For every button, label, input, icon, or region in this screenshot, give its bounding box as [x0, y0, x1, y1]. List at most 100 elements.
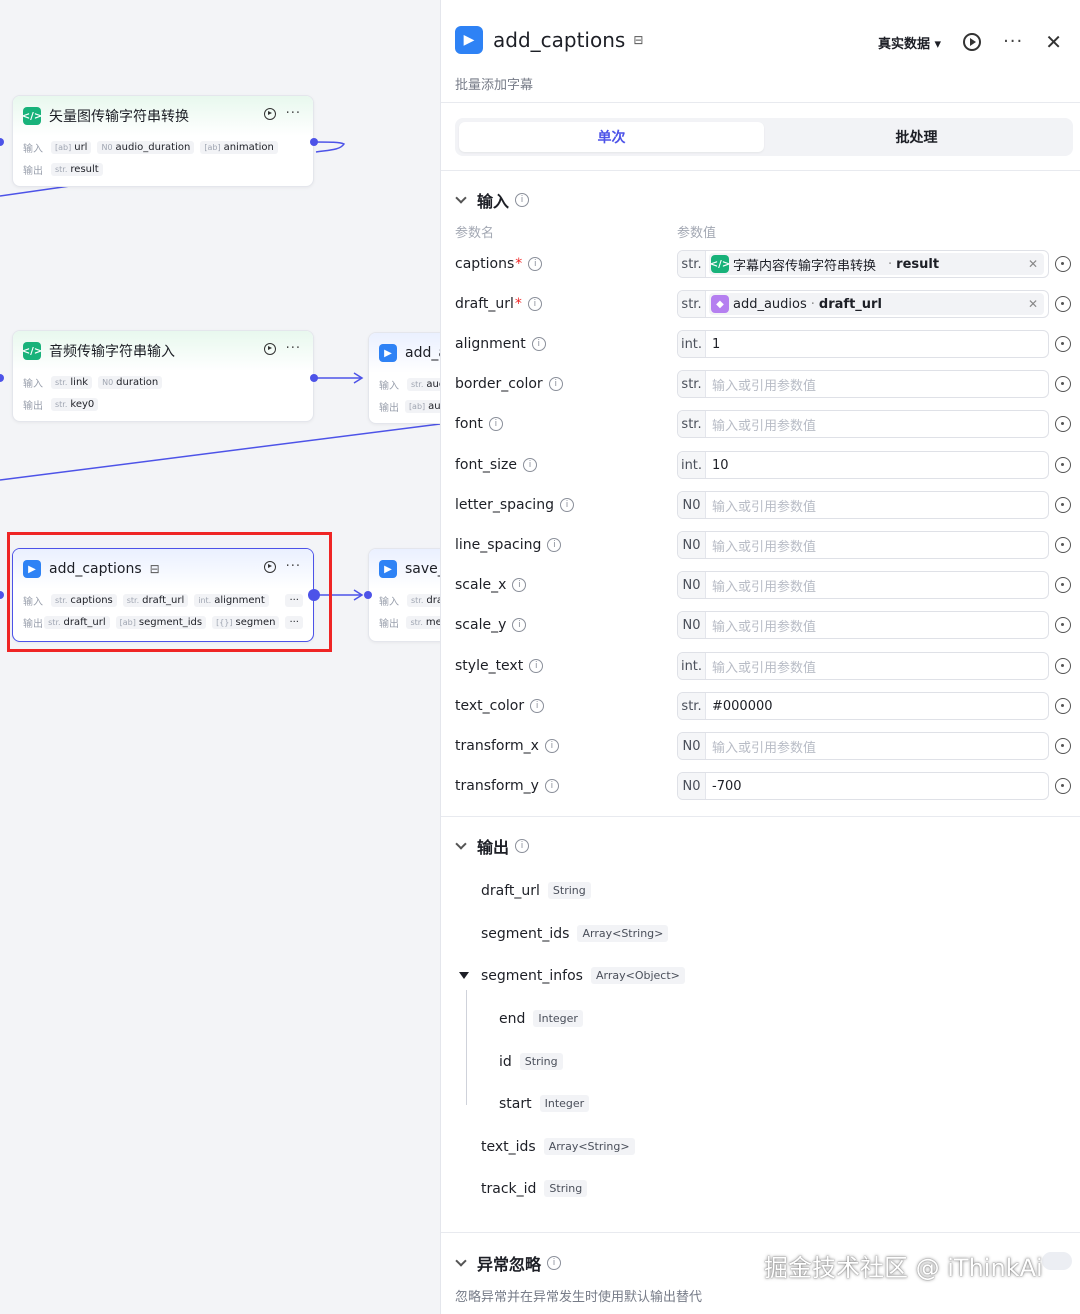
param-value[interactable]: 输入或引用参数值: [706, 576, 1048, 595]
more-icon[interactable]: ···: [286, 342, 301, 355]
caret-down-icon[interactable]: [459, 972, 469, 979]
param-chip: N0 duration: [98, 375, 163, 389]
node-outputs: 输出 str. key0: [13, 393, 313, 415]
output-section-header[interactable]: 输出 i: [455, 834, 530, 858]
exception-toggle[interactable]: [1042, 1252, 1072, 1270]
watermark: 掘金技术社区 @ iThinkAi: [764, 1254, 1043, 1282]
param-input[interactable]: str. </> 字幕内容传输字符串转换 · result ✕: [677, 250, 1049, 278]
node-add-audios[interactable]: ▶ add_a 输入 str.aud 输出 [ab]aud: [368, 332, 440, 424]
param-input[interactable]: N0 -700: [677, 772, 1049, 800]
outputs-label: 输出: [379, 618, 399, 630]
panel-title: add_captions: [493, 28, 626, 52]
setting-icon[interactable]: [1055, 738, 1071, 754]
node-vector-string-convert[interactable]: </> 矢量图传输字符串转换 ··· 输入 [ab] url N0 audio_du…: [12, 95, 314, 187]
param-chip: str. link: [51, 375, 93, 389]
input-port[interactable]: [364, 591, 372, 599]
param-input[interactable]: N0 输入或引用参数值: [677, 531, 1049, 559]
param-row-captions: captions * i str. </> 字幕内容传输字符串转换 · result…: [455, 250, 1073, 278]
run-node-icon[interactable]: [263, 108, 276, 120]
param-name: draft_url: [455, 296, 514, 312]
type-badge: str.: [678, 411, 706, 437]
exception-section-header[interactable]: 异常忽略 i: [455, 1251, 562, 1275]
info-icon: i: [548, 377, 563, 391]
setting-icon[interactable]: [1055, 658, 1071, 674]
setting-icon[interactable]: [1055, 416, 1071, 432]
param-chip: str. key0: [51, 397, 99, 411]
param-input[interactable]: int. 10: [677, 451, 1049, 479]
setting-icon[interactable]: [1055, 537, 1071, 553]
edges-layer: [0, 141, 440, 601]
output-item: segment_ids Array<String>: [481, 925, 669, 942]
node-header: </> 音频传输字符串输入 ···: [13, 331, 313, 371]
type-tag: String: [544, 1180, 588, 1197]
param-name: transform_x: [455, 738, 539, 754]
param-value[interactable]: #000000: [706, 699, 1048, 714]
param-input[interactable]: str. #000000: [677, 692, 1049, 720]
param-value[interactable]: 输入或引用参数值: [706, 737, 1048, 756]
data-mode-select[interactable]: 真实数据 ▾: [878, 33, 941, 52]
param-value[interactable]: 输入或引用参数值: [706, 536, 1048, 555]
reference-chip[interactable]: </> 字幕内容传输字符串转换 · result ✕: [709, 253, 1044, 275]
param-input[interactable]: str. ◆ add_audios · draft_url ✕: [677, 290, 1049, 318]
more-icon[interactable]: ···: [286, 107, 301, 120]
node-save-draft[interactable]: ▶ save_ 输入 str.draf 输出 str.mes: [368, 548, 440, 642]
param-row-transform-y: transform_y i N0 -700: [455, 772, 1073, 800]
tab-batch[interactable]: 批处理: [764, 122, 1069, 152]
tab-single[interactable]: 单次: [459, 122, 764, 152]
param-row-scale-y: scale_y i N0 输入或引用参数值: [455, 611, 1073, 639]
param-value[interactable]: 输入或引用参数值: [706, 375, 1048, 394]
info-icon: i: [523, 458, 538, 472]
param-row-alignment: alignment i int. 1: [455, 330, 1073, 358]
section-title: 输入: [477, 192, 510, 211]
param-row-transform-x: transform_x i N0 输入或引用参数值: [455, 732, 1073, 760]
output-item: track_id String: [481, 1180, 588, 1197]
output-port[interactable]: [310, 374, 318, 382]
panel-subtitle: 批量添加字幕: [455, 78, 534, 93]
param-value[interactable]: 输入或引用参数值: [706, 415, 1048, 434]
divider: [441, 1232, 1080, 1233]
param-value[interactable]: 1: [706, 337, 1048, 352]
close-icon[interactable]: ✕: [1045, 30, 1062, 54]
setting-icon[interactable]: [1055, 296, 1071, 312]
node-audio-string-input[interactable]: </> 音频传输字符串输入 ··· 输入 str. link N0 duration…: [12, 330, 314, 422]
reference-chip[interactable]: ◆ add_audios · draft_url ✕: [709, 293, 1044, 315]
store-icon: ⊟: [633, 33, 644, 47]
setting-icon[interactable]: [1055, 497, 1071, 513]
info-icon: i: [559, 498, 574, 512]
param-value[interactable]: 输入或引用参数值: [706, 616, 1048, 635]
param-input[interactable]: str. 输入或引用参数值: [677, 410, 1049, 438]
input-section-header[interactable]: 输入 i: [455, 188, 530, 212]
param-input[interactable]: N0 输入或引用参数值: [677, 491, 1049, 519]
param-value[interactable]: 输入或引用参数值: [706, 496, 1048, 515]
setting-icon[interactable]: [1055, 617, 1071, 633]
play-icon: ▶: [379, 344, 397, 362]
param-input[interactable]: N0 输入或引用参数值: [677, 732, 1049, 760]
param-input[interactable]: str. 输入或引用参数值: [677, 370, 1049, 398]
run-node-icon[interactable]: [263, 343, 276, 355]
param-input[interactable]: int. 输入或引用参数值: [677, 652, 1049, 680]
setting-icon[interactable]: [1055, 577, 1071, 593]
outputs-label: 输出: [379, 402, 399, 414]
selection-highlight: [7, 532, 332, 652]
output-item-expandable[interactable]: segment_infos Array<Object>: [459, 967, 685, 984]
type-badge: int.: [678, 452, 706, 478]
setting-icon[interactable]: [1055, 457, 1071, 473]
setting-icon[interactable]: [1055, 256, 1071, 272]
param-value[interactable]: 输入或引用参数值: [706, 657, 1048, 676]
run-icon[interactable]: [963, 33, 982, 51]
setting-icon[interactable]: [1055, 698, 1071, 714]
setting-icon[interactable]: [1055, 376, 1071, 392]
panel-actions: 真实数据 ▾ ··· ✕: [878, 30, 1062, 54]
setting-icon[interactable]: [1055, 778, 1071, 794]
clear-icon[interactable]: ✕: [1020, 257, 1038, 271]
clear-icon[interactable]: ✕: [1020, 297, 1038, 311]
param-input[interactable]: N0 输入或引用参数值: [677, 571, 1049, 599]
param-input[interactable]: int. 1: [677, 330, 1049, 358]
output-port[interactable]: [310, 138, 318, 146]
workflow-canvas[interactable]: </> 矢量图传输字符串转换 ··· 输入 [ab] url N0 audio_du…: [0, 0, 440, 1314]
param-value[interactable]: -700: [706, 779, 1048, 794]
param-input[interactable]: N0 输入或引用参数值: [677, 611, 1049, 639]
more-icon[interactable]: ···: [1003, 33, 1023, 51]
param-value[interactable]: 10: [706, 458, 1048, 473]
setting-icon[interactable]: [1055, 336, 1071, 352]
